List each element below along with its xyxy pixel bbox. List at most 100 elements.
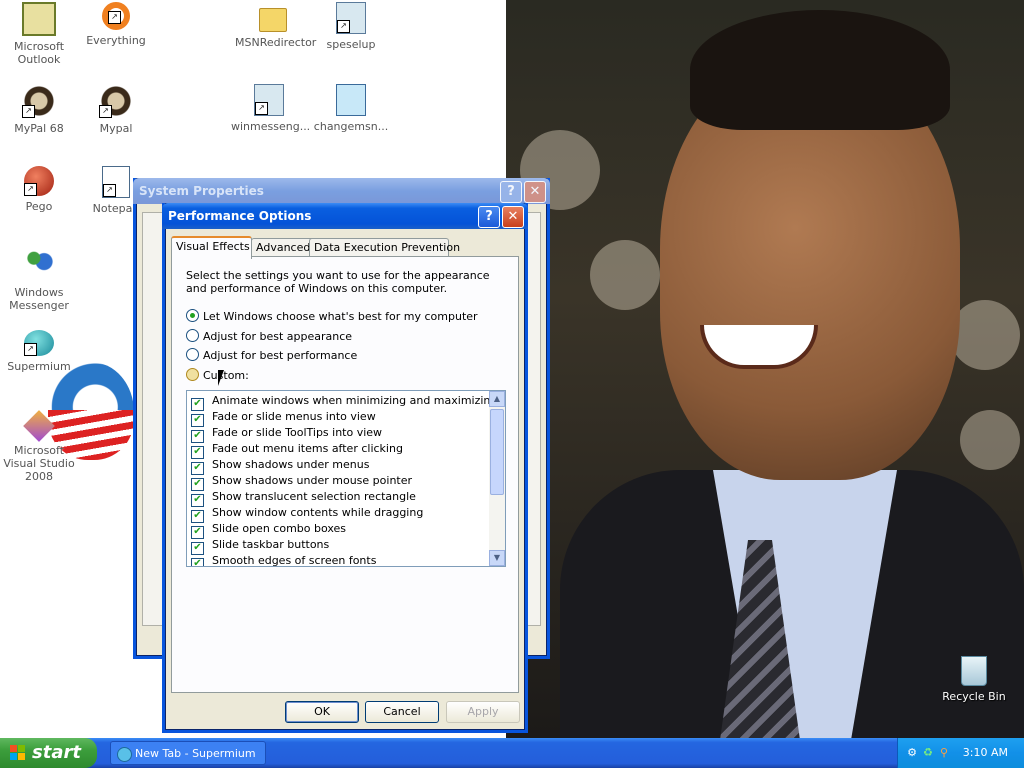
- desktop-icon-label: Everything: [86, 34, 146, 47]
- visual-effects-panel: Select the settings you want to use for …: [171, 256, 519, 693]
- outlook-icon: [22, 2, 56, 36]
- wallpaper-bokeh: [950, 300, 1020, 370]
- supermium-icon: ↗: [24, 330, 54, 356]
- radio-label: Custom:: [203, 369, 249, 382]
- desktop-icon-label: MSNRedirector: [235, 36, 317, 49]
- radio-best-performance[interactable]: Adjust for best performance: [186, 348, 357, 364]
- desktop-icon-msnredirector[interactable]: MSNRedirector: [235, 2, 317, 49]
- shortcut-arrow-icon: ↗: [255, 102, 268, 115]
- clock[interactable]: 3:10 AM: [963, 738, 1008, 768]
- desktop-icon-pego[interactable]: ↗ Pego: [1, 166, 77, 213]
- radio-best-appearance[interactable]: Adjust for best appearance: [186, 329, 352, 345]
- messenger-icon: [22, 248, 56, 282]
- desktop-icon-supermium[interactable]: ↗ Supermium: [1, 330, 77, 373]
- close-button[interactable]: ✕: [524, 181, 546, 203]
- help-button[interactable]: ?: [478, 206, 500, 228]
- desktop-icon-label: MyPal 68: [14, 122, 64, 135]
- desktop-icon-mypal68[interactable]: ↗ MyPal 68: [1, 84, 77, 135]
- supermium-icon: [117, 747, 132, 762]
- shortcut-arrow-icon: ↗: [24, 343, 37, 356]
- desktop-icon-windows-messenger[interactable]: Windows Messenger: [1, 248, 77, 312]
- scroll-down-icon[interactable]: ▼: [489, 550, 505, 566]
- wallpaper-hair: [690, 10, 950, 130]
- effect-option[interactable]: ✔ Animate windows when minimizing and max…: [191, 393, 498, 411]
- radio-hover-icon: [186, 368, 199, 381]
- effect-option[interactable]: ✔ Show shadows under mouse pointer: [191, 473, 413, 491]
- desktop-icon-outlook[interactable]: Microsoft Outlook: [1, 2, 77, 66]
- performance-options-titlebar[interactable]: Performance Options ? ✕: [162, 203, 528, 229]
- desktop-icon-label: Recycle Bin: [942, 690, 1006, 703]
- desktop-icon-visual-studio[interactable]: Microsoft Visual Studio 2008: [1, 410, 77, 483]
- scroll-up-icon[interactable]: ▲: [489, 391, 505, 407]
- folder-icon: [259, 8, 287, 32]
- shortcut-arrow-icon: ↗: [103, 184, 116, 197]
- scroll-thumb[interactable]: [490, 409, 504, 495]
- taskbar-button-new-tab[interactable]: New Tab - Supermium: [110, 741, 266, 765]
- system-properties-titlebar[interactable]: System Properties ? ✕: [133, 178, 550, 204]
- visual-effects-list[interactable]: ✔ Animate windows when minimizing and max…: [186, 390, 506, 567]
- effect-option[interactable]: ✔ Show translucent selection rectangle: [191, 489, 416, 507]
- effect-label: Show shadows under mouse pointer: [212, 474, 413, 487]
- effect-option[interactable]: ✔ Show window contents while dragging: [191, 505, 423, 523]
- desktop-icon-label: Pego: [25, 200, 53, 213]
- effect-option[interactable]: ✔ Slide open combo boxes: [191, 521, 347, 539]
- desktop-icon-label: Mypal: [99, 122, 133, 135]
- effect-option[interactable]: ✔ Show shadows under menus: [191, 457, 370, 475]
- effect-label: Fade or slide menus into view: [212, 410, 376, 423]
- desktop-icon-recycle-bin[interactable]: Recycle Bin: [936, 656, 1012, 703]
- apply-button[interactable]: Apply: [446, 701, 520, 723]
- safely-remove-tray-icon[interactable]: ♻: [922, 747, 934, 759]
- desktop-icon-changemsn[interactable]: changemsn...: [313, 84, 389, 133]
- script-icon: [336, 84, 366, 116]
- effect-label: Smooth edges of screen fonts: [212, 554, 377, 567]
- shortcut-arrow-icon: ↗: [108, 11, 121, 24]
- raccoon-icon: ↗: [22, 84, 56, 118]
- radio-label: Adjust for best appearance: [203, 330, 353, 343]
- recycle-bin-icon: [961, 656, 987, 686]
- radio-selected-icon: [186, 309, 199, 322]
- cancel-button[interactable]: Cancel: [365, 701, 439, 723]
- wallpaper-bokeh: [590, 240, 660, 310]
- performance-options-window[interactable]: Performance Options ? ✕ Visual Effects A…: [162, 203, 528, 733]
- installer-icon: ↗: [254, 84, 284, 116]
- tab-data-execution-prevention[interactable]: Data Execution Prevention: [309, 238, 460, 257]
- effect-label: Slide taskbar buttons: [212, 538, 330, 551]
- effect-label: Show translucent selection rectangle: [212, 490, 416, 503]
- radio-let-windows-choose[interactable]: Let Windows choose what's best for my co…: [186, 309, 478, 325]
- vertical-scrollbar[interactable]: ▲ ▼: [489, 391, 505, 566]
- shortcut-arrow-icon: ↗: [99, 105, 112, 118]
- desktop-icon-everything[interactable]: ↗ Everything: [78, 2, 154, 47]
- effect-option[interactable]: ✔ Fade or slide ToolTips into view: [191, 425, 382, 443]
- desktop-icon-label: changemsn...: [313, 120, 389, 133]
- radio-empty-icon: [186, 348, 199, 361]
- radio-empty-icon: [186, 329, 199, 342]
- close-button[interactable]: ✕: [502, 206, 524, 228]
- desktop-icon-winmessenger[interactable]: ↗ winmesseng...: [231, 84, 310, 133]
- desktop-icon-speselup[interactable]: ↗ speselup: [313, 2, 389, 51]
- desktop-icon-mypal[interactable]: ↗ Mypal: [78, 84, 154, 135]
- effect-label: Show shadows under menus: [212, 458, 370, 471]
- help-button[interactable]: ?: [500, 181, 522, 203]
- system-tray: ⚙ ♻ ⚲ 3:10 AM: [897, 738, 1024, 768]
- desktop: Microsoft Outlook ↗ Everything MSNRedire…: [0, 0, 1024, 738]
- description-text: Select the settings you want to use for …: [186, 269, 490, 295]
- taskbar: start New Tab - Supermium ⚙ ♻ ⚲ 3:10 AM: [0, 738, 1024, 768]
- desktop-icon-label: Microsoft Visual Studio 2008: [3, 444, 75, 483]
- effect-option[interactable]: ✔ Smooth edges of screen fonts: [191, 553, 377, 567]
- search-tray-icon[interactable]: ⚲: [938, 747, 950, 759]
- shortcut-arrow-icon: ↗: [24, 183, 37, 196]
- effect-option[interactable]: ✔ Fade out menu items after clicking: [191, 441, 403, 459]
- effect-label: Animate windows when minimizing and maxi…: [212, 394, 498, 407]
- effect-label: Fade out menu items after clicking: [212, 442, 403, 455]
- checkbox-checked-icon[interactable]: ✔: [191, 558, 204, 566]
- everything-icon: ↗: [102, 2, 130, 30]
- wallpaper-bokeh: [960, 410, 1020, 470]
- effect-label: Slide open combo boxes: [212, 522, 347, 535]
- start-button[interactable]: start: [0, 738, 97, 768]
- network-tray-icon[interactable]: ⚙: [906, 747, 918, 759]
- effect-option[interactable]: ✔ Slide taskbar buttons: [191, 537, 330, 555]
- tab-advanced[interactable]: Advanced: [251, 238, 315, 257]
- effect-option[interactable]: ✔ Fade or slide menus into view: [191, 409, 376, 427]
- ok-button[interactable]: OK: [285, 701, 359, 723]
- tab-visual-effects[interactable]: Visual Effects: [171, 236, 252, 259]
